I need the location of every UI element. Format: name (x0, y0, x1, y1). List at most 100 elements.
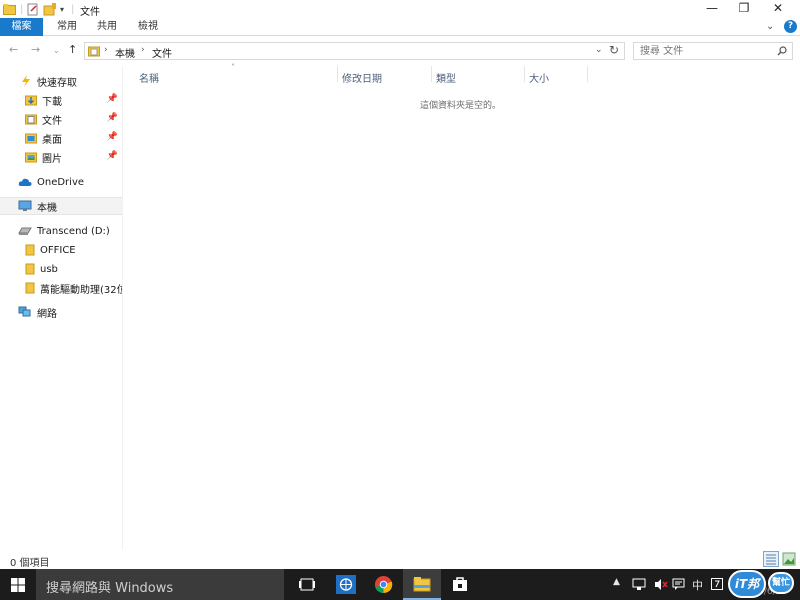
folder-icon (25, 282, 35, 294)
tab-share[interactable]: 共用 (92, 18, 122, 36)
network-tray-icon[interactable] (632, 578, 646, 594)
volume-muted-icon[interactable] (654, 578, 668, 594)
show-hidden-icons-chevron-icon[interactable]: ▲ (613, 577, 620, 587)
sidebar-item-label: 文件 (42, 115, 62, 127)
up-arrow-icon[interactable]: ↑ (68, 43, 77, 56)
watermark-logo-tag: 幫忙 (768, 572, 794, 594)
search-input[interactable] (640, 43, 770, 59)
details-view-icon[interactable] (763, 551, 779, 570)
sidebar-item-label: OneDrive (37, 176, 85, 188)
forward-arrow-icon[interactable]: → (31, 43, 40, 56)
column-header-size[interactable]: 大小 (529, 70, 549, 85)
tab-home[interactable]: 常用 (52, 18, 82, 36)
sidebar-item-label: 桌面 (42, 134, 62, 146)
sidebar-item-this-pc[interactable]: 本機 (0, 197, 122, 215)
empty-folder-message: 這個資料夾是空的。 (420, 101, 502, 111)
pin-icon[interactable]: 📌 (107, 132, 118, 142)
minimize-button[interactable]: — (696, 0, 728, 18)
location-folder-icon (88, 45, 100, 60)
sidebar-item-drive-d[interactable]: Transcend (D:) (0, 222, 122, 240)
taskbar-search-text: 搜尋網路與 Windows (46, 581, 174, 596)
taskbar-search-box[interactable]: 搜尋網路與 Windows (36, 569, 284, 600)
column-divider[interactable] (337, 66, 338, 82)
sidebar-item-folder-office[interactable]: OFFICE (0, 241, 122, 259)
tab-view[interactable]: 檢視 (133, 18, 163, 36)
drive-icon (18, 225, 32, 237)
sidebar-item-label: 下載 (42, 96, 62, 108)
properties-icon[interactable] (27, 2, 39, 16)
address-bar[interactable]: › 本機 › 文件 ⌄ ↻ (84, 42, 625, 60)
ribbon-expand-icon[interactable]: ⌄ (766, 21, 774, 32)
back-arrow-icon[interactable]: ← (9, 43, 18, 56)
task-view-button[interactable] (288, 569, 326, 600)
chrome-icon (374, 575, 393, 594)
breadcrumb-chevron-icon[interactable]: › (141, 45, 145, 55)
search-icon[interactable] (777, 46, 787, 56)
ithome-watermark: iT邦 幫忙 (728, 570, 798, 598)
large-icons-view-icon[interactable] (782, 552, 796, 569)
taskbar: 搜尋網路與 Windows ▲ 中 2015/6/29 (0, 569, 800, 600)
taskbar-ie-button[interactable] (327, 569, 365, 600)
sidebar-item-quick-access[interactable]: 快速存取 (0, 72, 122, 90)
lightning-star-icon (20, 75, 32, 87)
folder-icon (25, 263, 35, 275)
column-divider[interactable] (524, 66, 525, 82)
windows-start-icon[interactable] (11, 578, 25, 595)
file-explorer-icon (413, 577, 431, 592)
action-center-icon[interactable] (672, 578, 685, 593)
tab-file[interactable]: 檔案 (0, 18, 43, 36)
folder-icon (25, 244, 35, 256)
computer-icon (18, 200, 32, 212)
column-header-date-modified[interactable]: 修改日期 (342, 70, 382, 85)
sidebar-item-label: usb (40, 263, 58, 275)
navigation-pane: 快速存取 下載 📌 文件 📌 桌面 📌 圖片 📌 OneDrive 本機 Tra… (0, 66, 123, 550)
sidebar-item-pictures[interactable]: 圖片 📌 (0, 148, 122, 166)
recent-locations-chevron-icon[interactable]: ⌄ (53, 46, 60, 55)
separator: | (71, 3, 75, 15)
desktop-folder-icon (25, 132, 37, 144)
close-button[interactable]: ✕ (762, 0, 794, 18)
sidebar-item-label: OFFICE (40, 244, 76, 256)
taskbar-file-explorer-button[interactable] (403, 569, 441, 600)
browser-tile-icon (336, 575, 356, 594)
sidebar-item-label: Transcend (D:) (37, 225, 110, 237)
ime-indicator[interactable]: 中 (692, 577, 703, 593)
pin-icon[interactable]: 📌 (107, 113, 118, 123)
downloads-folder-icon (25, 94, 37, 106)
sidebar-item-desktop[interactable]: 桌面 📌 (0, 129, 122, 147)
refresh-icon[interactable]: ↻ (609, 43, 619, 57)
sidebar-item-downloads[interactable]: 下載 📌 (0, 91, 122, 109)
breadcrumb-this-pc[interactable]: 本機 (115, 45, 135, 60)
new-folder-icon[interactable] (43, 2, 57, 16)
sidebar-item-label: 網路 (37, 308, 57, 320)
maximize-button[interactable]: ❐ (728, 0, 760, 18)
separator: | (20, 3, 24, 15)
pin-icon[interactable]: 📌 (107, 151, 118, 161)
help-icon[interactable]: ? (784, 20, 797, 33)
breadcrumb-documents[interactable]: 文件 (152, 45, 172, 60)
column-divider[interactable] (431, 66, 432, 82)
navigation-bar: ← → ⌄ ↑ › 本機 › 文件 ⌄ ↻ (0, 40, 800, 62)
sidebar-item-onedrive[interactable]: OneDrive (0, 173, 122, 191)
sidebar-item-folder-driver-helper[interactable]: 萬能驅動助理(32位 (0, 279, 122, 297)
taskbar-chrome-button[interactable] (365, 569, 403, 600)
sidebar-item-documents[interactable]: 文件 📌 (0, 110, 122, 128)
documents-folder-icon (25, 113, 37, 125)
address-dropdown-icon[interactable]: ⌄ (595, 45, 603, 55)
keyboard-layout-icon[interactable] (711, 578, 723, 593)
network-icon (18, 306, 32, 318)
breadcrumb-chevron-icon[interactable]: › (104, 45, 108, 55)
column-header-name[interactable]: 名稱 (139, 70, 159, 85)
sidebar-item-label: 本機 (37, 202, 57, 214)
pin-icon[interactable]: 📌 (107, 94, 118, 104)
quick-access-dropdown-icon[interactable]: ▾ (60, 2, 64, 16)
store-bag-icon (453, 577, 467, 591)
cloud-icon (18, 176, 32, 188)
column-divider[interactable] (587, 66, 588, 82)
sidebar-item-network[interactable]: 網路 (0, 303, 122, 321)
column-header-type[interactable]: 類型 (436, 70, 456, 85)
sidebar-item-folder-usb[interactable]: usb (0, 260, 122, 278)
search-box[interactable] (633, 42, 793, 60)
sort-ascending-icon: ˄ (231, 63, 235, 72)
taskbar-store-button[interactable] (441, 569, 479, 600)
